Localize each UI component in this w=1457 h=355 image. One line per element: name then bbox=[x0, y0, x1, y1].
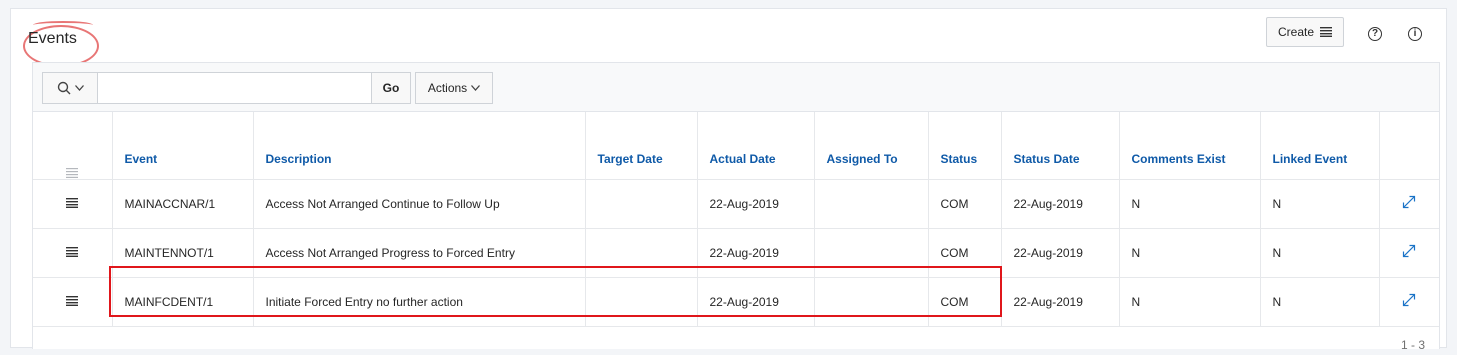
cell-assigned-to bbox=[814, 228, 929, 278]
cell-comments-exist: N bbox=[1119, 277, 1261, 327]
expand-row-link[interactable] bbox=[1379, 277, 1439, 327]
info-icon[interactable]: i bbox=[1408, 27, 1422, 41]
events-region: Events Create ? i Go Actions Event Descr… bbox=[10, 8, 1447, 352]
row-actions-menu[interactable] bbox=[33, 228, 113, 278]
cell-description: Initiate Forced Entry no further action bbox=[253, 277, 586, 327]
row-menu-icon bbox=[66, 197, 79, 208]
column-header-assigned-to[interactable]: Assigned To bbox=[814, 112, 929, 180]
region-title: Events bbox=[28, 30, 77, 47]
cell-linked-event: N bbox=[1260, 277, 1380, 327]
cell-assigned-to bbox=[814, 277, 929, 327]
menu-icon bbox=[1320, 27, 1333, 37]
table-row: MAINFCDENT/1 Initiate Forced Entry no fu… bbox=[33, 277, 1439, 327]
cell-event: MAINACCNAR/1 bbox=[112, 179, 254, 229]
row-menu-icon bbox=[66, 295, 79, 306]
chevron-down-icon bbox=[74, 85, 84, 91]
expand-icon bbox=[1403, 195, 1416, 209]
cell-actual-date: 22-Aug-2019 bbox=[697, 228, 815, 278]
table-header-row: Event Description Target Date Actual Dat… bbox=[33, 112, 1439, 180]
cell-status-date: 22-Aug-2019 bbox=[1001, 228, 1120, 278]
cell-target-date bbox=[585, 277, 698, 327]
table-row: MAINACCNAR/1 Access Not Arranged Continu… bbox=[33, 179, 1439, 229]
column-header-target-date[interactable]: Target Date bbox=[585, 112, 698, 180]
column-header-actual-date[interactable]: Actual Date bbox=[697, 112, 815, 180]
row-actions-menu[interactable] bbox=[33, 277, 113, 327]
actions-button[interactable]: Actions bbox=[415, 72, 493, 104]
cell-status-date: 22-Aug-2019 bbox=[1001, 277, 1120, 327]
expand-icon bbox=[1403, 244, 1416, 258]
table-row: MAINTENNOT/1 Access Not Arranged Progres… bbox=[33, 228, 1439, 278]
cell-actual-date: 22-Aug-2019 bbox=[697, 179, 815, 229]
search-bar bbox=[42, 72, 372, 104]
create-button-label: Create bbox=[1277, 25, 1315, 39]
cell-status: COM bbox=[928, 179, 1002, 229]
cell-actual-date: 22-Aug-2019 bbox=[697, 277, 815, 327]
cell-status: COM bbox=[928, 228, 1002, 278]
cell-target-date bbox=[585, 179, 698, 229]
search-column-selector[interactable] bbox=[43, 73, 98, 103]
cell-comments-exist: N bbox=[1119, 179, 1261, 229]
go-button[interactable]: Go bbox=[371, 72, 411, 104]
search-icon bbox=[57, 81, 70, 95]
column-header-event[interactable]: Event bbox=[112, 112, 254, 180]
cell-status-date: 22-Aug-2019 bbox=[1001, 179, 1120, 229]
expand-row-link[interactable] bbox=[1379, 179, 1439, 229]
cell-linked-event: N bbox=[1260, 228, 1380, 278]
row-menu-icon bbox=[66, 246, 79, 257]
pagination-label: 1 - 3 bbox=[1400, 338, 1425, 352]
chevron-down-icon bbox=[471, 85, 481, 91]
column-header-description[interactable]: Description bbox=[253, 112, 586, 180]
cell-linked-event: N bbox=[1260, 179, 1380, 229]
cell-assigned-to bbox=[814, 179, 929, 229]
column-header-comments-exist[interactable]: Comments Exist bbox=[1119, 112, 1261, 180]
cell-status: COM bbox=[928, 277, 1002, 327]
expand-icon bbox=[1403, 293, 1416, 307]
cell-event: MAINFCDENT/1 bbox=[112, 277, 254, 327]
row-actions-menu[interactable] bbox=[33, 179, 113, 229]
events-table: Event Description Target Date Actual Dat… bbox=[33, 112, 1439, 327]
cell-target-date bbox=[585, 228, 698, 278]
column-header-status-date[interactable]: Status Date bbox=[1001, 112, 1120, 180]
list-icon bbox=[66, 167, 79, 178]
help-icon[interactable]: ? bbox=[1368, 27, 1382, 41]
cell-description: Access Not Arranged Progress to Forced E… bbox=[253, 228, 586, 278]
interactive-report: Go Actions Event Description Target Date… bbox=[32, 62, 1440, 352]
create-button[interactable]: Create bbox=[1266, 17, 1344, 47]
expand-column-header bbox=[1379, 112, 1439, 180]
cell-event: MAINTENNOT/1 bbox=[112, 228, 254, 278]
expand-row-link[interactable] bbox=[1379, 228, 1439, 278]
column-header-linked-event[interactable]: Linked Event bbox=[1260, 112, 1380, 180]
cell-description: Access Not Arranged Continue to Follow U… bbox=[253, 179, 586, 229]
actions-button-label: Actions bbox=[427, 81, 468, 95]
search-input[interactable] bbox=[98, 73, 371, 103]
row-menu-header bbox=[33, 112, 113, 180]
report-toolbar: Go Actions bbox=[33, 63, 1439, 112]
column-header-status[interactable]: Status bbox=[928, 112, 1002, 180]
cell-comments-exist: N bbox=[1119, 228, 1261, 278]
